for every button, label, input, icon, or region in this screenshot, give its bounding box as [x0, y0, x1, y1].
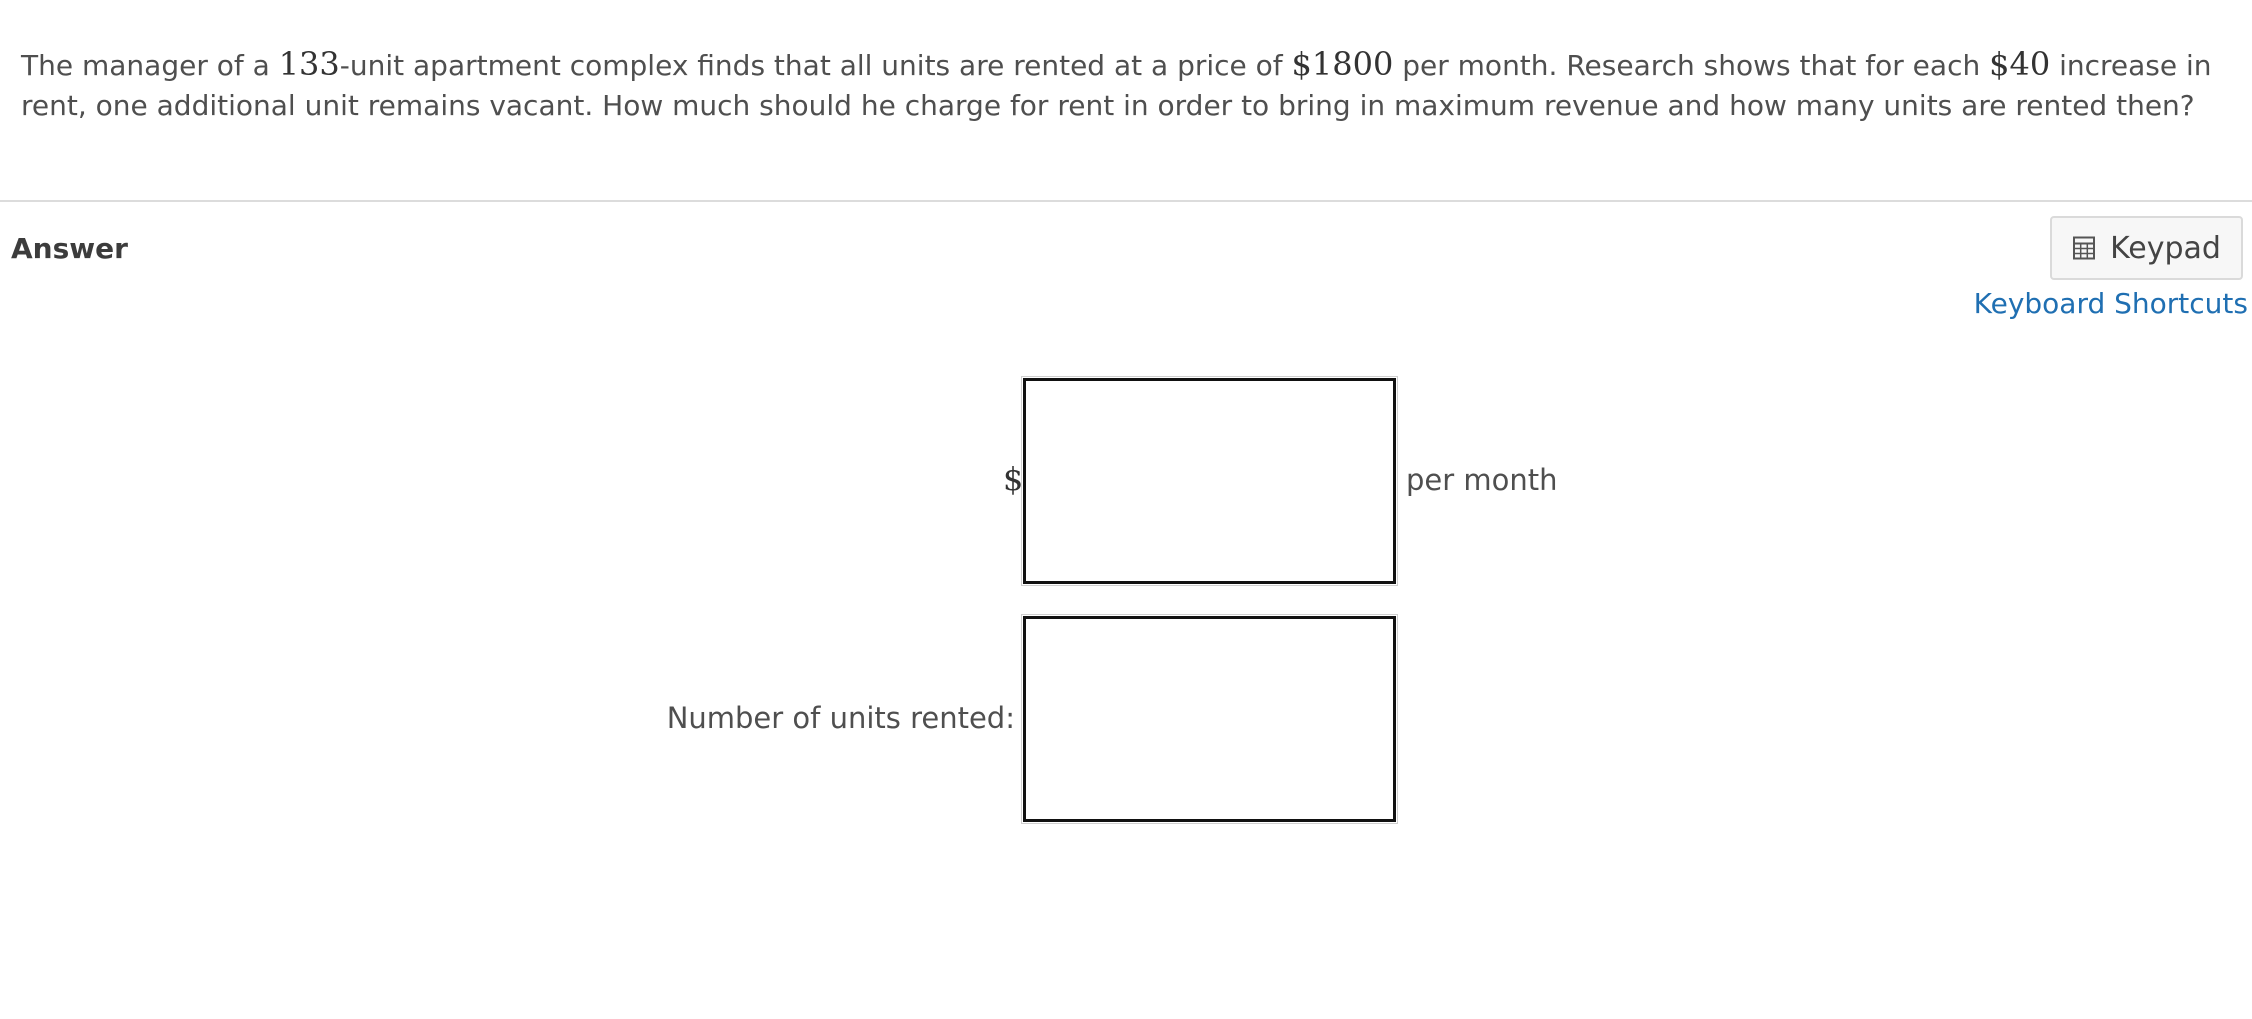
- keypad-label: Keypad: [2110, 230, 2221, 266]
- question-price: $1800: [1291, 45, 1394, 83]
- question-increase: $40: [1989, 45, 2051, 83]
- question-part-1: The manager of a: [21, 49, 279, 82]
- question-part-3: per month. Research shows that for each: [1393, 49, 1990, 82]
- answer-heading: Answer: [11, 232, 128, 265]
- units-rented-label: Number of units rented:: [666, 701, 1015, 735]
- calculator-icon: [2073, 236, 2096, 260]
- price-currency-prefix: $: [1003, 460, 1024, 498]
- rent-price-input[interactable]: [1021, 376, 1398, 586]
- section-divider: [0, 200, 2252, 202]
- units-rented-input[interactable]: [1021, 614, 1398, 824]
- question-text: The manager of a 133-unit apartment comp…: [21, 44, 2221, 126]
- keyboard-shortcuts-link[interactable]: Keyboard Shortcuts: [1974, 287, 2248, 320]
- question-units-total: 133: [278, 45, 340, 83]
- question-part-2: -unit apartment complex finds that all u…: [339, 49, 1292, 82]
- keypad-button[interactable]: Keypad: [2050, 216, 2243, 280]
- price-suffix-label: per month: [1406, 463, 1558, 497]
